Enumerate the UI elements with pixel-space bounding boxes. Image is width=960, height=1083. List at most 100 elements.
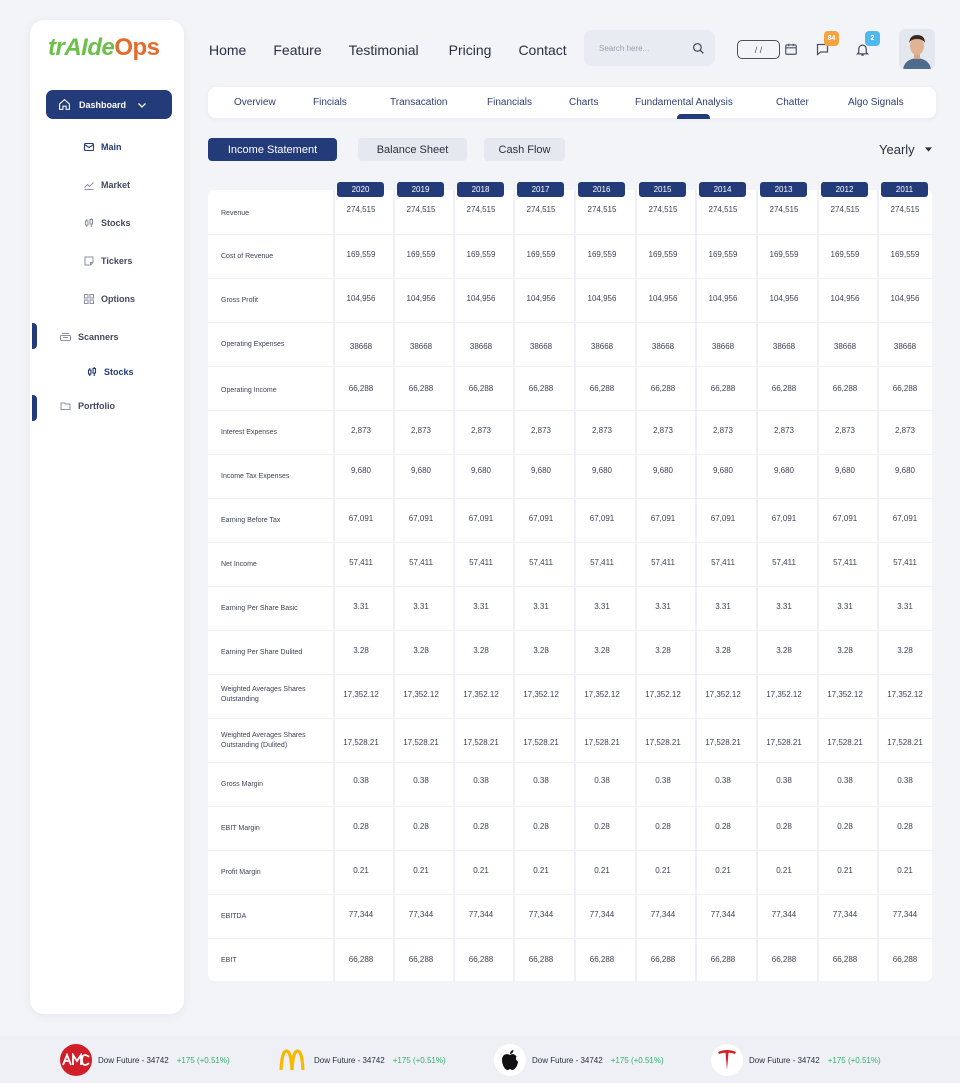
table-cell: 66,288 [892,955,918,964]
mail-icon [83,142,95,152]
date-input[interactable]: / / [737,40,780,59]
tab-overview[interactable]: Overview [234,97,276,108]
table-cell: 9,680 [712,466,734,475]
year-column-header[interactable]: 2017 [517,182,564,197]
home-icon [59,98,70,110]
note-icon [84,256,94,266]
ticker-item[interactable]: Dow Future - 34742 +175 (+0.51%) [494,1044,664,1076]
ticker-item[interactable]: Dow Future - 34742 +175 (+0.51%) [276,1044,446,1076]
income-statement-button[interactable]: Income Statement [208,138,337,161]
table-row-divider [208,894,932,895]
sidebar-item-stocks[interactable]: Stocks [83,217,131,229]
table-cell: 274,515 [587,205,617,214]
year-column-header[interactable]: 2016 [578,182,625,197]
ticker-item[interactable]: Dow Future - 34742 +175 (+0.51%) [711,1044,881,1076]
tab-fundamental-analysis[interactable]: Fundamental Analysis [635,97,733,108]
nav-contact[interactable]: Contact [518,42,566,58]
table-cell: 0.28 [837,822,853,831]
table-cell: 0.28 [715,822,731,831]
table-cell: 57,411 [349,558,373,567]
table-cell: 17,352.12 [887,690,923,699]
balance-sheet-button[interactable]: Balance Sheet [358,138,467,161]
sidebar-item-main[interactable]: Main [83,141,122,153]
table-cell: 169,559 [406,250,436,259]
apple-logo-icon [494,1044,526,1076]
period-select[interactable]: Yearly [879,142,932,157]
table-cell: 0.38 [715,776,731,785]
table-cell: 66,288 [892,384,918,393]
table-cell: 104,956 [526,294,556,303]
table-cell: 17,352.12 [584,690,620,699]
amc-wordmark [62,1053,90,1066]
search-icon[interactable] [692,42,705,55]
dashboard-label: Dashboard [79,99,127,110]
tab-charts[interactable]: Charts [569,97,598,108]
table-cell: 0.28 [413,822,429,831]
table-cell: 17,528.21 [463,738,499,747]
year-column-header[interactable]: 2013 [760,182,807,197]
chevron-down-icon [138,102,146,108]
nav-feature[interactable]: Feature [273,42,321,58]
table-cell: 2,873 [591,426,613,435]
sidebar-item-options[interactable]: Options [83,293,135,305]
table-cell: 0.21 [715,866,731,875]
year-column-header[interactable]: 2014 [699,182,746,197]
ticker-item[interactable]: Dow Future - 34742 +175 (+0.51%) [60,1044,230,1076]
table-row-divider [208,234,932,235]
year-column-header[interactable]: 2019 [397,182,444,197]
table-cell: 77,344 [650,910,676,919]
sidebar-item-scanner-stocks[interactable]: Stocks [86,366,134,378]
tab-fincials[interactable]: Fincials [313,97,347,108]
cash-flow-button[interactable]: Cash Flow [484,138,565,161]
table-cell: 38668 [893,342,917,351]
tab-transacation[interactable]: Transacation [390,97,447,108]
period-value: Yearly [879,142,915,157]
table-cell: 77,344 [348,910,374,919]
brand-logo[interactable]: trAIdeOps [48,34,160,62]
table-row-divider [208,586,932,587]
table-cell: 17,528.21 [887,738,923,747]
table-cell: 2,873 [712,426,734,435]
sidebar-item-scanners[interactable]: Scanners [59,331,119,343]
table-cell: 3.31 [715,602,731,611]
sidebar-item-market[interactable]: Market [83,179,130,191]
year-column-header[interactable]: 2012 [821,182,868,197]
tesla-t-shape [718,1050,736,1070]
year-column-header[interactable]: 2011 [881,182,928,197]
table-cell: 77,344 [771,910,797,919]
table-cell: 3.31 [897,602,913,611]
table-cell: 17,528.21 [343,738,379,747]
year-column-header[interactable]: 2015 [639,182,686,197]
table-row-divider [208,674,932,675]
tab-chatter[interactable]: Chatter [776,97,809,108]
table-cell: 0.28 [533,822,549,831]
table-cell: 0.38 [776,776,792,785]
year-column-header[interactable]: 2018 [457,182,504,197]
tab-algo-signals[interactable]: Algo Signals [848,97,904,108]
table-cell: 66,288 [650,955,676,964]
table-cell: 9,680 [894,466,916,475]
table-row-divider [208,938,932,939]
sidebar-item-portfolio[interactable]: Portfolio [59,400,115,412]
table-cell: 77,344 [832,910,858,919]
table-cell: 9,680 [470,466,492,475]
nav-home[interactable]: Home [209,42,246,58]
year-column-header[interactable]: 2020 [337,182,384,197]
table-cell: 104,956 [830,294,860,303]
calendar-icon[interactable] [784,42,798,56]
dashboard-button[interactable]: Dashboard [46,90,172,119]
table-cell: 57,411 [772,558,796,567]
table-cell: 3.28 [655,646,671,655]
table-cell: 0.38 [897,776,913,785]
table-cell: 0.28 [655,822,671,831]
avatar[interactable] [899,29,935,69]
table-cell: 274,515 [406,205,436,214]
nav-pricing[interactable]: Pricing [449,42,492,58]
table-cell: 3.31 [776,602,792,611]
sidebar-item-tickers[interactable]: Tickers [83,255,132,267]
search-input[interactable]: Search here... [584,30,715,66]
nav-testimonial[interactable]: Testimonial [349,42,419,58]
table-cell: 0.28 [776,822,792,831]
table-cell: 38668 [349,342,373,351]
tab-financials[interactable]: Financials [487,97,532,108]
